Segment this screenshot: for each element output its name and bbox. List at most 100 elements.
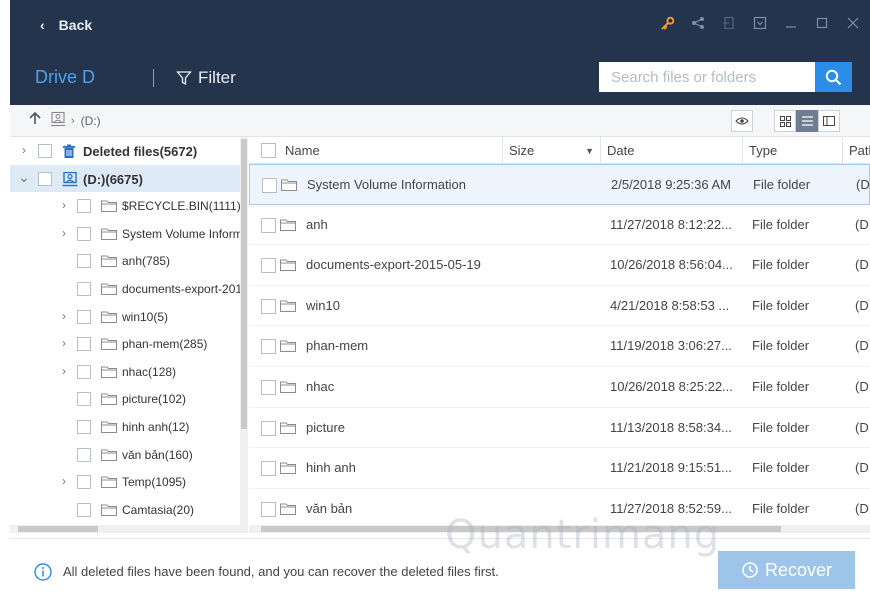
- folder-icon: [280, 380, 296, 396]
- tree-item[interactable]: văn bản(160): [10, 441, 247, 469]
- tree-item-label: phan-mem(285): [122, 337, 208, 352]
- row-checkbox[interactable]: [261, 501, 276, 517]
- maximize-icon[interactable]: [813, 14, 831, 32]
- tree-item-checkbox[interactable]: [77, 199, 91, 214]
- drive-tab[interactable]: Drive D: [35, 67, 153, 88]
- key-icon[interactable]: [658, 14, 676, 32]
- tree-item-checkbox[interactable]: [77, 254, 91, 269]
- table-row[interactable]: hinh anh 11/21/2018 9:15:51... File folder…: [249, 448, 870, 489]
- row-checkbox[interactable]: [261, 298, 276, 314]
- tree-item-checkbox[interactable]: [38, 144, 52, 158]
- chevron-right-icon[interactable]: ›: [58, 336, 70, 350]
- chevron-right-icon[interactable]: ›: [18, 143, 30, 157]
- recover-label: Recover: [764, 559, 833, 580]
- detail-view-button[interactable]: [818, 110, 840, 132]
- column-header-path[interactable]: Path: [842, 137, 870, 164]
- export-icon[interactable]: [720, 14, 738, 32]
- list-horizontal-scrollbar[interactable]: [249, 525, 870, 533]
- tree-item[interactable]: Camtasia(20): [10, 496, 247, 524]
- tree-item[interactable]: ⌄ (D:)(6675): [10, 164, 247, 193]
- tree-item-checkbox[interactable]: [77, 337, 91, 352]
- chevron-down-icon[interactable]: ⌄: [18, 169, 30, 186]
- table-row[interactable]: anh 11/27/2018 8:12:22... File folder (D:: [249, 205, 870, 246]
- tree-item[interactable]: documents-export-201: [10, 275, 247, 303]
- select-all-checkbox[interactable]: [261, 143, 276, 158]
- row-checkbox[interactable]: [261, 339, 276, 355]
- share-icon[interactable]: [689, 14, 707, 32]
- tree-item[interactable]: › win10(5): [10, 303, 247, 331]
- grid-view-button[interactable]: [774, 110, 796, 132]
- chevron-right-icon[interactable]: ›: [58, 226, 70, 240]
- breadcrumb-location[interactable]: (D:): [81, 114, 101, 128]
- minimize-icon[interactable]: [782, 14, 800, 32]
- tree-item[interactable]: › System Volume Inform: [10, 220, 247, 248]
- row-date: 11/27/2018 8:12:22...: [610, 216, 732, 232]
- column-header-size[interactable]: Size ▼: [502, 137, 600, 164]
- table-row[interactable]: nhac 10/26/2018 8:25:22... File folder (D:: [249, 367, 870, 408]
- filter-button[interactable]: Filter: [176, 68, 236, 88]
- scrollbar-thumb[interactable]: [261, 526, 781, 532]
- chevron-right-icon[interactable]: ›: [58, 364, 70, 378]
- tree-item-checkbox[interactable]: [77, 364, 91, 379]
- tree-horizontal-scrollbar[interactable]: [10, 525, 248, 533]
- up-arrow-icon[interactable]: [28, 111, 42, 130]
- row-checkbox[interactable]: [261, 379, 276, 395]
- chevron-right-icon[interactable]: ›: [58, 198, 70, 212]
- search-button[interactable]: [815, 62, 852, 92]
- table-row[interactable]: văn bản 11/27/2018 8:52:59... File folder (…: [249, 489, 870, 530]
- row-checkbox[interactable]: [261, 217, 276, 233]
- tree-item-checkbox[interactable]: [77, 419, 91, 434]
- close-icon[interactable]: [844, 14, 862, 32]
- table-row[interactable]: picture 11/13/2018 8:58:34... File folder (…: [249, 408, 870, 449]
- row-checkbox[interactable]: [261, 258, 276, 274]
- search-icon: [825, 69, 842, 85]
- column-header-type[interactable]: Type: [742, 137, 842, 164]
- scrollbar-thumb[interactable]: [241, 139, 247, 429]
- column-header-name[interactable]: Name: [279, 137, 502, 164]
- tree-item[interactable]: picture(102): [10, 385, 247, 413]
- tree-item[interactable]: › $RECYCLE.BIN(1111): [10, 192, 247, 220]
- back-button[interactable]: ‹ Back: [40, 17, 92, 33]
- list-view-button[interactable]: [796, 110, 818, 132]
- recover-icon: [742, 562, 758, 578]
- column-header-date[interactable]: Date: [600, 137, 742, 164]
- row-type: File folder: [752, 297, 810, 313]
- row-path: (D:: [855, 500, 870, 516]
- tree-item-checkbox[interactable]: [77, 281, 91, 296]
- tree-item-checkbox[interactable]: [77, 309, 91, 324]
- tree-item[interactable]: › Deleted files(5672): [10, 137, 247, 165]
- scrollbar-thumb[interactable]: [18, 526, 98, 532]
- tree-item[interactable]: anh(785): [10, 247, 247, 275]
- tree-item-checkbox[interactable]: [77, 447, 91, 462]
- table-row[interactable]: System Volume Information 2/5/2018 9:25:3…: [249, 164, 870, 205]
- tree-item-checkbox[interactable]: [77, 502, 91, 517]
- tree-item[interactable]: hinh anh(12): [10, 413, 247, 441]
- tree-item-checkbox[interactable]: [77, 226, 91, 241]
- tree-item[interactable]: › nhac(128): [10, 358, 247, 386]
- tree-item-checkbox[interactable]: [38, 171, 52, 186]
- row-checkbox[interactable]: [261, 420, 276, 436]
- tree-item[interactable]: › Temp(1095): [10, 468, 247, 496]
- table-row[interactable]: win10 4/21/2018 8:58:53 ... File folder (D:: [249, 286, 870, 327]
- row-name: phan-mem: [306, 338, 369, 354]
- table-row[interactable]: documents-export-2015-05-19 10/26/2018 8:…: [249, 245, 870, 286]
- tree-item-checkbox[interactable]: [77, 475, 91, 490]
- tree-item[interactable]: › phan-mem(285): [10, 330, 247, 358]
- tree-vertical-scrollbar[interactable]: [240, 137, 248, 525]
- search-input[interactable]: [599, 62, 815, 92]
- recover-button[interactable]: Recover: [718, 551, 855, 589]
- divider: [153, 68, 154, 87]
- tree-item-checkbox[interactable]: [77, 392, 91, 407]
- row-type: File folder: [752, 378, 810, 394]
- table-row[interactable]: phan-mem 11/19/2018 3:06:27... File folder…: [249, 326, 870, 367]
- preview-toggle-button[interactable]: [731, 110, 753, 132]
- chevron-right-icon[interactable]: ›: [58, 474, 70, 488]
- tree-item-label: $RECYCLE.BIN(1111): [122, 199, 241, 214]
- row-checkbox[interactable]: [261, 461, 276, 477]
- folder-icon: [101, 254, 117, 270]
- row-checkbox[interactable]: [262, 178, 277, 193]
- folder-icon: [280, 502, 296, 518]
- menu-dropdown-icon[interactable]: [751, 14, 769, 32]
- row-path: (D:: [855, 297, 870, 313]
- chevron-right-icon[interactable]: ›: [58, 309, 70, 323]
